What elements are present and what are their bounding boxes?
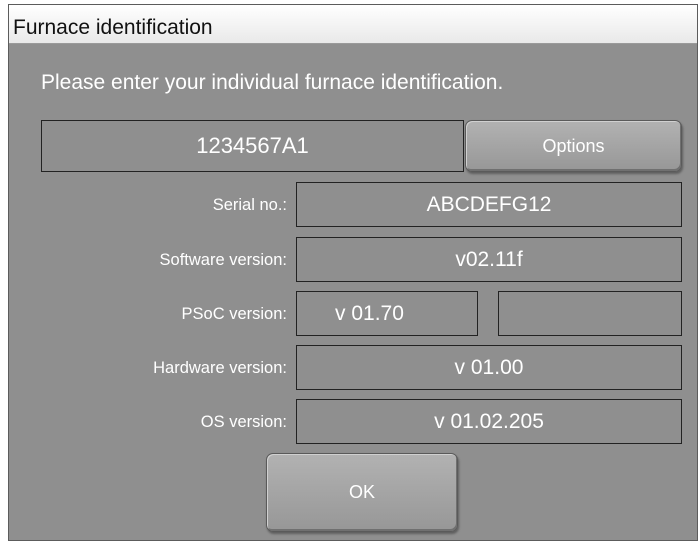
- ok-button[interactable]: OK: [266, 453, 458, 532]
- software-version-label: Software version:: [159, 251, 287, 269]
- serial-number-value: ABCDEFG12: [426, 192, 552, 216]
- hardware-version-label: Hardware version:: [153, 359, 287, 377]
- instruction-text: Please enter your individual furnace ide…: [41, 71, 504, 94]
- title-bar: Furnace identification: [9, 5, 697, 44]
- software-version-field: v02.11f: [296, 237, 682, 282]
- options-button[interactable]: Options: [465, 120, 682, 172]
- serial-number-label: Serial no.:: [212, 196, 287, 214]
- psoc-version-value: v 01.70: [335, 301, 404, 325]
- furnace-id-input[interactable]: 1234567A1: [41, 120, 464, 172]
- furnace-id-value: 1234567A1: [196, 133, 309, 158]
- psoc-version-field: v 01.70: [296, 291, 478, 336]
- os-version-value: v 01.02.205: [434, 409, 544, 433]
- furnace-identification-dialog: Furnace identification Please enter your…: [8, 4, 698, 541]
- os-version-label: OS version:: [200, 413, 287, 431]
- dialog-title: Furnace identification: [13, 16, 213, 39]
- hardware-version-field: v 01.00: [296, 345, 682, 390]
- serial-number-field: ABCDEFG12: [296, 182, 682, 227]
- psoc-version-secondary-field: [498, 291, 682, 336]
- os-version-field: v 01.02.205: [296, 399, 682, 444]
- software-version-value: v02.11f: [455, 247, 523, 271]
- hardware-version-value: v 01.00: [454, 355, 524, 379]
- psoc-version-label: PSoC version:: [181, 305, 287, 323]
